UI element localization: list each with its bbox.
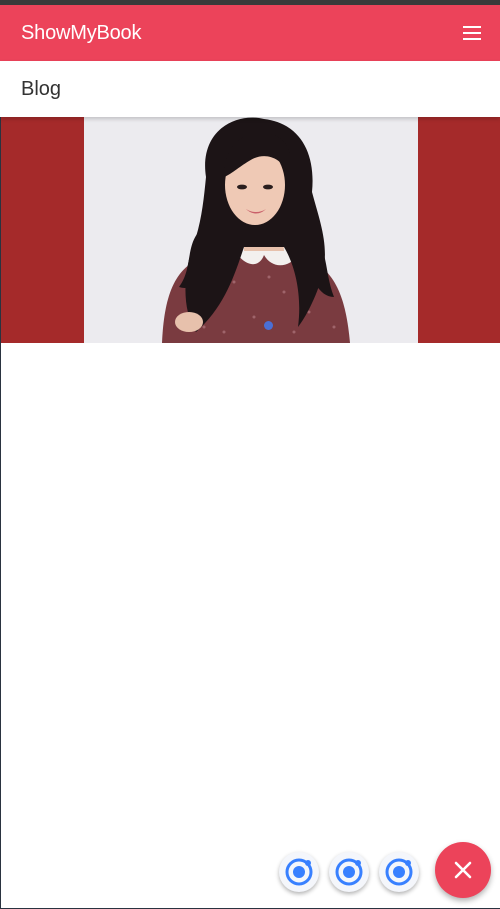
close-icon <box>454 861 472 879</box>
fab-close-button[interactable] <box>435 842 491 898</box>
page-header: Blog <box>0 61 500 117</box>
pager-dot-active[interactable] <box>264 321 273 330</box>
woman-portrait-photo <box>84 117 418 343</box>
ionic-fab-button-1[interactable] <box>279 852 319 892</box>
slide-photo[interactable] <box>84 117 418 343</box>
ionic-fab-button-2[interactable] <box>329 852 369 892</box>
ionic-fab-button-3[interactable] <box>379 852 419 892</box>
menu-icon <box>463 26 481 40</box>
ionic-logo-icon <box>385 858 413 886</box>
image-slider[interactable] <box>1 117 500 343</box>
ionic-logo-icon <box>335 858 363 886</box>
page-title: Blog <box>21 77 62 100</box>
menu-button[interactable] <box>460 21 484 45</box>
app-toolbar: ShowMyBook <box>0 5 500 61</box>
ionic-logo-icon <box>285 858 313 886</box>
app-title: ShowMyBook <box>21 21 142 44</box>
